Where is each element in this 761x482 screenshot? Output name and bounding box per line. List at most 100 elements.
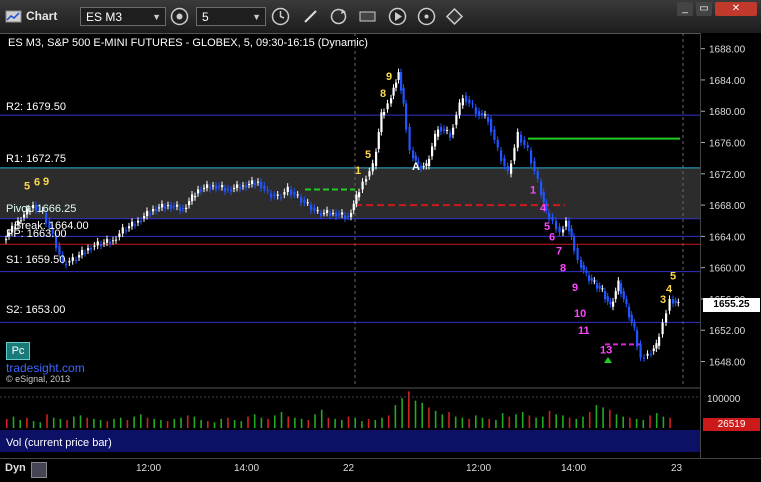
pc-button[interactable]: Pc xyxy=(6,342,30,360)
price-axis[interactable]: 1648.001652.001656.001660.001664.001668.… xyxy=(700,33,761,458)
chevron-down-icon[interactable]: ▼ xyxy=(252,8,261,27)
symbol-input[interactable]: ES M3 ▼ xyxy=(80,7,166,26)
candle-body xyxy=(375,151,378,166)
volume-bar xyxy=(26,417,28,428)
candle-body xyxy=(170,205,173,209)
refresh-icon[interactable] xyxy=(329,7,348,26)
candle-body xyxy=(596,283,599,289)
pencil-icon[interactable] xyxy=(301,7,320,26)
candle-body xyxy=(276,194,279,196)
candle-body xyxy=(555,220,558,230)
settings-gear-icon[interactable] xyxy=(170,7,189,26)
count-marker: 8 xyxy=(380,88,386,100)
candle-body xyxy=(551,216,554,221)
time-axis[interactable]: Dyn 12:00 14:00 22 12:00 14:00 23 xyxy=(0,458,761,482)
candle-body xyxy=(115,239,118,241)
chart-area[interactable]: 9 8 A 1 4 5 6 7 8 9 10 11 13 5 4 3 5 6 9 5 1 ES M3, S&P 500 … xyxy=(0,33,700,458)
candle-body xyxy=(68,261,71,263)
volume-bar xyxy=(434,410,437,428)
clock-icon[interactable] xyxy=(271,7,290,26)
candle-body xyxy=(392,87,395,96)
candle-body xyxy=(293,192,296,195)
app-label: Chart xyxy=(26,9,58,23)
volume-bar xyxy=(421,402,423,428)
candle-body xyxy=(588,275,591,281)
dyn-label: Dyn xyxy=(5,462,26,474)
candle-body xyxy=(347,216,350,218)
candle-body xyxy=(408,126,411,151)
candle-body xyxy=(484,114,487,116)
volume-bar xyxy=(515,414,517,428)
candle-body xyxy=(149,213,152,215)
volume-bar xyxy=(93,418,95,428)
candle-body xyxy=(422,165,425,167)
candle-body xyxy=(128,226,131,229)
volume-bar xyxy=(146,417,149,428)
candle-body xyxy=(582,265,585,271)
candle-body xyxy=(270,193,273,198)
volume-bar xyxy=(669,417,671,428)
candle-body xyxy=(636,330,639,347)
volume-bar xyxy=(448,412,450,428)
drawing-tools-icon[interactable] xyxy=(445,7,464,26)
candle-body xyxy=(609,301,612,305)
interval-input[interactable]: 5 ▼ xyxy=(196,7,266,26)
candle-body xyxy=(604,291,607,300)
minimize-button[interactable]: _ xyxy=(677,2,693,16)
tradesight-link[interactable]: tradesight.com xyxy=(6,361,85,375)
count-marker: 9 xyxy=(572,282,578,294)
volume-bar xyxy=(655,413,658,428)
volume-bar xyxy=(19,420,21,428)
candle-body xyxy=(245,185,248,188)
volume-bar xyxy=(555,414,557,428)
link-icon[interactable] xyxy=(417,7,436,26)
pivot-zone xyxy=(0,167,700,219)
candle-body xyxy=(350,213,353,217)
candle-body xyxy=(286,186,289,193)
candle-body xyxy=(496,139,499,148)
candle-body xyxy=(260,181,263,189)
candle-body xyxy=(668,298,671,311)
candle-body xyxy=(633,322,636,328)
volume-bar xyxy=(166,421,169,428)
volume-bar xyxy=(488,418,490,428)
candle-body xyxy=(200,189,203,192)
candle-body xyxy=(585,270,588,273)
cursor-mode-icon[interactable] xyxy=(358,7,377,26)
play-icon[interactable] xyxy=(388,7,407,26)
time-tick-label: 14:00 xyxy=(561,463,587,474)
zoom-icon[interactable] xyxy=(31,462,47,478)
maximize-button[interactable]: ▭ xyxy=(696,2,712,16)
close-button[interactable]: ✕ xyxy=(715,2,757,16)
candle-body xyxy=(500,150,503,161)
candle-body xyxy=(152,209,155,212)
candle-body xyxy=(254,183,257,186)
candle-body xyxy=(266,189,269,191)
volume-bar xyxy=(508,416,511,428)
candle-body xyxy=(628,306,631,318)
candle-body xyxy=(257,181,260,183)
count-marker: A xyxy=(412,161,420,173)
volume-bar xyxy=(535,417,537,428)
price-tick-label: 1668.00 xyxy=(709,201,746,212)
chevron-down-icon[interactable]: ▼ xyxy=(152,8,161,27)
count-marker: 13 xyxy=(600,345,612,357)
candle-body xyxy=(526,145,529,148)
count-marker: 1 xyxy=(355,165,361,177)
volume-bar xyxy=(193,416,196,428)
candle-body xyxy=(503,158,506,166)
candle-body xyxy=(434,133,437,147)
candle-body xyxy=(520,134,523,143)
candle-body xyxy=(233,187,236,189)
count-marker: 5 xyxy=(24,180,30,192)
volume-bar xyxy=(280,412,283,428)
volume-bar xyxy=(12,416,15,428)
chart-toolbar: Chart ES M3 ▼ 5 ▼ _ ▭ ✕ xyxy=(0,0,761,34)
volume-bar xyxy=(207,421,209,428)
volume-bar xyxy=(153,418,155,428)
volume-bar xyxy=(52,417,55,428)
candle-body xyxy=(78,255,81,258)
candle-body xyxy=(87,248,90,251)
esignal-copyright: © eSignal, 2013 xyxy=(6,374,71,384)
candle-body xyxy=(185,207,188,209)
